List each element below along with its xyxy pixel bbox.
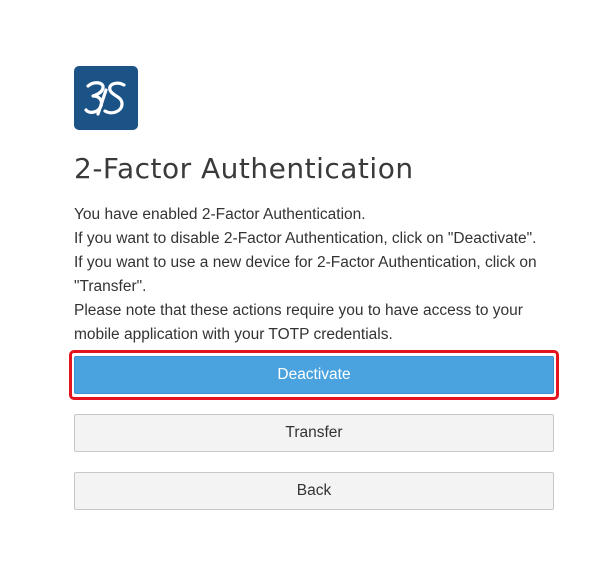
message-line: mobile application with your TOTP creden… <box>74 326 393 343</box>
message-line: You have enabled 2-Factor Authentication… <box>74 206 366 223</box>
message-line: "Transfer". <box>74 278 147 295</box>
page-title: 2-Factor Authentication <box>74 152 414 185</box>
transfer-button[interactable]: Transfer <box>74 414 554 452</box>
message-line: Please note that these actions require y… <box>74 302 523 319</box>
two-factor-page: 2-Factor Authentication You have enabled… <box>0 0 590 568</box>
3ds-logo-icon <box>74 66 138 130</box>
back-button[interactable]: Back <box>74 472 554 510</box>
deactivate-button[interactable]: Deactivate <box>74 356 554 394</box>
message-line: If you want to disable 2-Factor Authenti… <box>74 230 537 247</box>
info-message: You have enabled 2-Factor Authentication… <box>74 203 564 347</box>
message-line: If you want to use a new device for 2-Fa… <box>74 254 537 271</box>
